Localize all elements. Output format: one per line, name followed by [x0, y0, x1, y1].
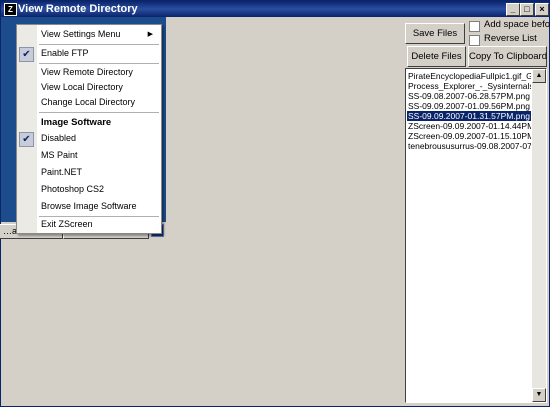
menu-item-browse-image-software[interactable]: Browse Image Software	[17, 199, 161, 214]
maximize-button[interactable]: □	[520, 3, 534, 16]
menu-item-label: View Local Directory	[41, 82, 123, 92]
scroll-down-icon[interactable]: ▼	[532, 388, 546, 402]
minimize-button[interactable]: _	[506, 3, 520, 16]
menu-separator	[39, 44, 159, 45]
close-button[interactable]: ×	[535, 3, 549, 16]
menu-item-label: MS Paint	[41, 150, 78, 160]
window-title: View Remote Directory	[18, 3, 138, 15]
checkbox-label: Reverse List	[484, 33, 537, 44]
menu-item-label: View Settings Menu	[41, 29, 121, 39]
menu-item-label: Photoshop CS2	[41, 184, 105, 194]
vertical-scrollbar[interactable]: ▲ ▼	[532, 69, 546, 402]
list-item[interactable]: Process_Explorer_-_Sysinternals_www	[407, 81, 531, 91]
checkbox-box[interactable]	[469, 35, 480, 46]
menu-item-paint-net[interactable]: Paint.NET	[17, 165, 161, 180]
menu-item-ms-paint[interactable]: MS Paint	[17, 148, 161, 163]
menu-item-label: Disabled	[41, 133, 77, 143]
menu-item-view-settings[interactable]: View Settings Menu ▶	[17, 27, 161, 42]
main-window: Z View Remote Directory _ □ × …ardFTP - …	[0, 0, 550, 407]
list-item[interactable]: SS-09.09.2007-01.09.56PM.png	[407, 101, 531, 111]
menu-item-label: Paint.NET	[41, 167, 83, 177]
app-icon: Z	[4, 3, 17, 16]
menu-item-label: Enable FTP	[41, 48, 89, 58]
list-item[interactable]: ZScreen-09.09.2007-01.14.44PM.png	[407, 121, 531, 131]
list-item[interactable]: ZScreen-09.09.2007-01.15.10PM.png	[407, 131, 531, 141]
menu-item-change-local-directory[interactable]: Change Local Directory	[17, 95, 161, 110]
client-area: …ardFTP - bra… ZScreen - Micro… View Set…	[0, 17, 550, 406]
remote-file-list[interactable]: PirateEncyclopediaFullpic1.gif_GIF_ImPro…	[405, 68, 547, 403]
checkbox-label: Add space before	[484, 19, 550, 30]
copy-to-clipboard-button[interactable]: Copy To Clipboard	[468, 46, 547, 67]
checkmark-icon: ✔	[19, 132, 34, 147]
menu-item-label: Change Local Directory	[41, 97, 136, 107]
menu-item-view-remote-directory[interactable]: View Remote Directory	[17, 65, 161, 80]
delete-files-button[interactable]: Delete Files	[407, 46, 466, 67]
submenu-arrow-icon: ▶	[147, 31, 153, 38]
screenshot-preview: …ardFTP - bra… ZScreen - Micro… View Set…	[0, 17, 166, 239]
list-item[interactable]: tenebroususurrus-09.08.2007-07.47.3	[407, 141, 531, 151]
menu-item-label: Browse Image Software	[41, 201, 137, 211]
menu-item-enable-ftp[interactable]: ✔ Enable FTP	[17, 46, 161, 62]
title-bar[interactable]: Z View Remote Directory _ □ ×	[1, 1, 549, 17]
menu-item-label: Image Software	[41, 117, 112, 128]
file-list-items: PirateEncyclopediaFullpic1.gif_GIF_ImPro…	[407, 71, 531, 151]
list-item[interactable]: SS-09.08.2007-06.28.57PM.png	[407, 91, 531, 101]
context-menu: View Settings Menu ▶ ✔ Enable FTP View R…	[16, 24, 162, 234]
checkmark-icon: ✔	[19, 47, 34, 62]
save-files-button[interactable]: Save Files	[405, 23, 465, 44]
list-item[interactable]: SS-09.09.2007-01.31.57PM.png	[407, 111, 531, 121]
list-item[interactable]: PirateEncyclopediaFullpic1.gif_GIF_Im	[407, 71, 531, 81]
menu-item-view-local-directory[interactable]: View Local Directory	[17, 80, 161, 95]
menu-separator	[39, 63, 159, 64]
menu-item-photoshop[interactable]: Photoshop CS2	[17, 182, 161, 197]
menu-separator	[39, 112, 159, 113]
menu-item-exit[interactable]: Exit ZScreen	[17, 217, 161, 232]
menu-item-label: Exit ZScreen	[41, 219, 93, 229]
scroll-up-icon[interactable]: ▲	[532, 69, 546, 83]
menu-item-disabled[interactable]: ✔ Disabled	[17, 131, 161, 147]
menu-header-image-software: Image Software	[17, 115, 161, 130]
checkbox-box[interactable]	[469, 21, 480, 32]
menu-item-label: View Remote Directory	[41, 67, 133, 77]
